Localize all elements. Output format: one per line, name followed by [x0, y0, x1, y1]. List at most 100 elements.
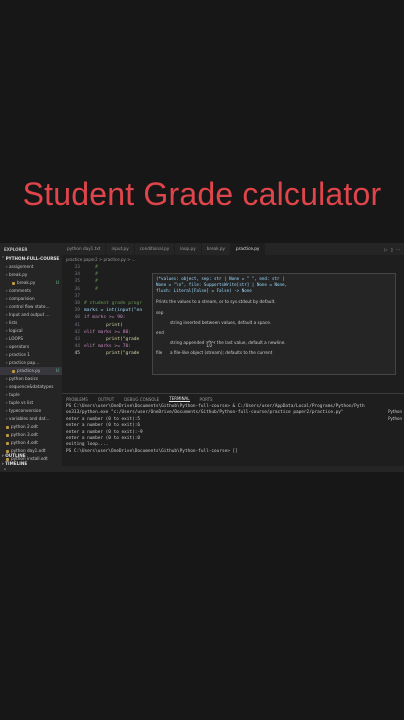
panel-tabs: PROBLEMS OUTPUT DEBUG CONSOLE TERMINAL PORTS	[62, 394, 404, 404]
file-icon	[6, 425, 9, 429]
terminal-output[interactable]: PS C:\Users\user\OneDrive\Documents\Gith…	[62, 404, 404, 455]
file-item[interactable]: python 4.odt	[0, 439, 62, 447]
file-item[interactable]: python 3.odt	[0, 431, 62, 439]
function-doc: Prints the values to a stream, or to sys…	[156, 299, 276, 304]
remote-icon[interactable]: ⌂	[4, 467, 6, 471]
item-label: LOOPS	[9, 336, 23, 341]
folder-item[interactable]: › operators	[0, 343, 62, 351]
param-desc: string inserted between values, default …	[170, 320, 272, 325]
param-row: string inserted between values, default …	[153, 318, 395, 328]
terminal-line: PS C:\Users\user\OneDrive\Documents\Gith…	[66, 448, 238, 454]
param-row: string appended after the last value, de…	[153, 338, 395, 348]
editor-tab[interactable]: conditional.py	[135, 243, 176, 255]
status-bar: ⌂	[0, 466, 404, 472]
param-row: file a file-like object (stream); default…	[153, 348, 395, 358]
param-name	[156, 318, 170, 328]
param-desc: string appended after the last value, de…	[170, 340, 286, 345]
folder-item[interactable]: › lists	[0, 319, 62, 327]
outline-section[interactable]: › OUTLINE	[0, 452, 62, 460]
param-row: sep	[153, 308, 395, 318]
run-icon[interactable]: ▷	[384, 247, 387, 252]
folder-item[interactable]: › assignment	[0, 263, 62, 271]
panel-tab[interactable]: DEBUG CONSOLE	[124, 397, 159, 402]
code-editor[interactable]: practice paper2 > practice.py > ... 33 #…	[62, 255, 404, 391]
folder-item[interactable]: › practice pap...	[0, 359, 62, 367]
vscode-window: EXPLORER python day1.txt input.py conditio…	[0, 243, 404, 472]
line-number: 38	[74, 300, 80, 306]
line-text: #	[84, 272, 98, 278]
more-icon[interactable]: ⋯	[396, 247, 400, 252]
folder-item[interactable]: › tuple vs list	[0, 399, 62, 407]
line-number: 40	[74, 315, 80, 321]
line-text: #	[84, 286, 98, 292]
git-badge: U	[55, 280, 59, 285]
editor-tab[interactable]: input.py	[106, 243, 135, 255]
folder-item[interactable]: › LOOPS	[0, 335, 62, 343]
terminal-instance[interactable]: Python	[388, 415, 402, 422]
line-text: if marks >= 90:	[84, 315, 126, 321]
file-item[interactable]: break.py U	[0, 279, 62, 287]
item-label: logical	[9, 328, 23, 333]
panel-tab[interactable]: PORTS	[200, 397, 213, 402]
explorer-title: EXPLORER	[4, 246, 28, 252]
line-text: #	[84, 265, 98, 270]
editor-tab[interactable]: loop.py	[175, 243, 202, 255]
item-label: python 3.odt	[11, 432, 38, 437]
terminal-list: Python Python	[388, 408, 402, 422]
workspace-root[interactable]: ˅ PYTHON-FULL-COURSE	[0, 255, 62, 263]
chevron-down-icon: ˅	[2, 256, 5, 261]
editor-controls: ▷ ▯ ⋯	[384, 247, 404, 252]
param-row: end	[153, 328, 395, 338]
line-number: 37	[74, 293, 80, 299]
folder-item[interactable]: › practice 1	[0, 351, 62, 359]
line-number: 41	[74, 322, 80, 328]
item-label: variables and dat...	[9, 416, 50, 421]
folder-item[interactable]: › comparision	[0, 295, 62, 303]
file-icon	[12, 369, 15, 373]
item-label: python 2.odt	[11, 424, 38, 429]
line-number: 39	[74, 308, 80, 314]
param-name	[156, 338, 170, 348]
line-text: elif marks >= 70:	[84, 344, 132, 350]
file-item[interactable]: python 2.odt	[0, 423, 62, 431]
folder-item[interactable]: › typeconversion	[0, 407, 62, 415]
item-label: control flow state...	[9, 304, 50, 309]
folder-item[interactable]: › python basics	[0, 375, 62, 383]
panel-tab[interactable]: PROBLEMS	[66, 397, 88, 402]
function-signature: (*values: object, sep: str | None = " ",…	[156, 276, 288, 293]
folder-item[interactable]: › comments	[0, 287, 62, 295]
line-text: elif marks >= 80:	[84, 329, 132, 335]
item-label: Input and output ...	[9, 312, 50, 317]
editor-tab[interactable]: break.py	[202, 243, 232, 255]
line-text: # student grade progr	[84, 300, 143, 306]
item-label: python basics	[9, 376, 39, 381]
line-text: print(	[84, 322, 123, 328]
tab-bar: EXPLORER python day1.txt input.py conditio…	[0, 243, 404, 255]
editor-tab[interactable]: practice.py	[231, 243, 266, 255]
breadcrumb[interactable]: practice paper2 > practice.py > ...	[62, 255, 404, 264]
param-desc: a file-like object (stream); defaults to…	[170, 350, 273, 355]
code-line[interactable]: 33 #	[62, 264, 404, 271]
explorer-sidebar: ˅ PYTHON-FULL-COURSE › assignment › break…	[0, 255, 62, 472]
panel-tab[interactable]: OUTPUT	[98, 397, 114, 402]
folder-item[interactable]: › tuple	[0, 391, 62, 399]
folder-item[interactable]: › Input and output ...	[0, 311, 62, 319]
folder-item[interactable]: › logical	[0, 327, 62, 335]
file-item[interactable]: practice.py U	[0, 367, 62, 375]
line-number: 45	[74, 351, 80, 357]
item-label: comparision	[9, 296, 35, 301]
item-label: practice.py	[17, 368, 41, 373]
folder-item[interactable]: › variables and dat...	[0, 415, 62, 423]
item-label: sequence&datatypes	[9, 384, 54, 389]
param-name: end	[156, 330, 164, 335]
editor-tab[interactable]: python day1.txt	[62, 243, 107, 255]
folder-item[interactable]: › control flow state...	[0, 303, 62, 311]
line-number: 36	[74, 286, 80, 292]
folder-item[interactable]: › sequence&datatypes	[0, 383, 62, 391]
item-label: tuple vs list	[9, 400, 34, 405]
folder-item[interactable]: › break.py	[0, 271, 62, 279]
line-text: print("grade	[84, 336, 140, 342]
terminal-instance[interactable]: Python	[388, 408, 402, 415]
split-editor-icon[interactable]: ▯	[391, 247, 393, 252]
panel-tab[interactable]: TERMINAL	[169, 396, 190, 402]
